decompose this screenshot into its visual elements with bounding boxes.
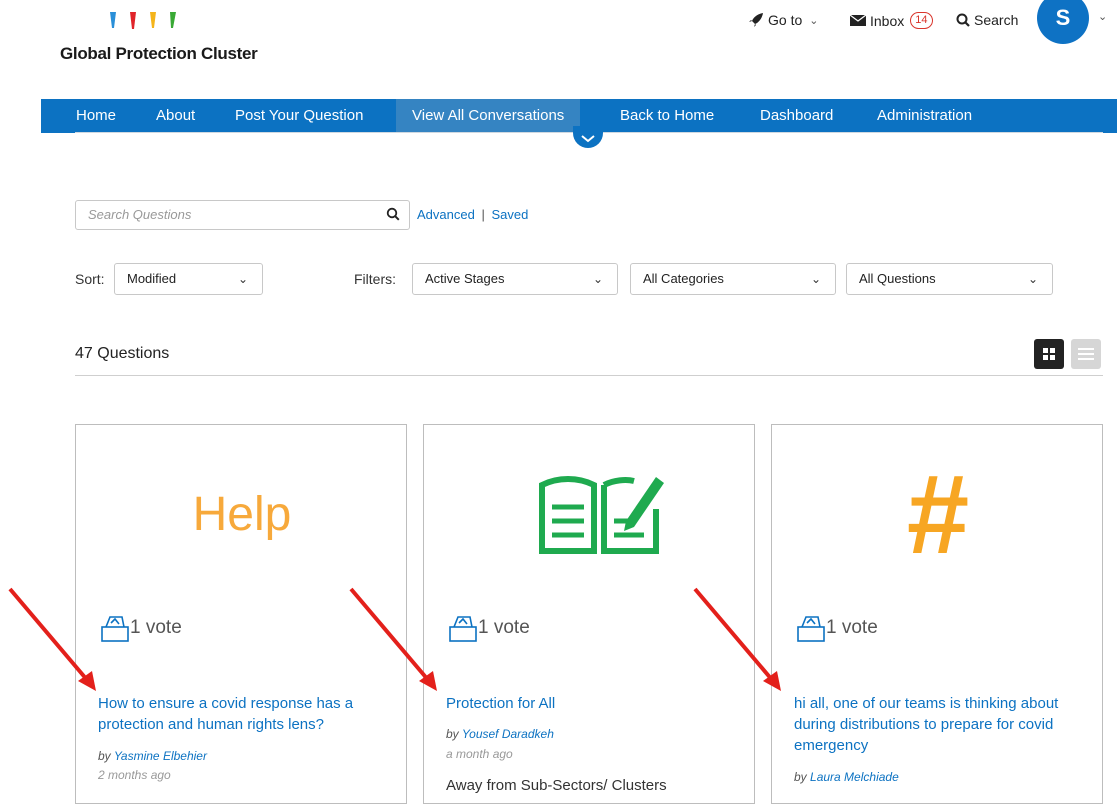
grid-icon: [1043, 348, 1055, 360]
posted-time: a month ago: [446, 747, 513, 761]
chevron-down-icon: ⌄: [237, 272, 248, 286]
category-filter-select[interactable]: All Categories ⌄: [630, 263, 836, 295]
question-count: 47 Questions: [75, 345, 170, 362]
by-prefix: by: [446, 727, 459, 741]
logo-drops-icon: [110, 12, 176, 29]
search-icon[interactable]: [386, 207, 400, 221]
nav-item-home[interactable]: Home: [76, 99, 116, 133]
sort-value: Modified: [127, 271, 177, 286]
vote-count: 1 vote: [826, 617, 878, 638]
question-card[interactable]: # 1 vote hi all, one of our teams is thi…: [771, 424, 1103, 804]
questions-filter-select[interactable]: All Questions ⌄: [846, 263, 1053, 295]
question-title-link[interactable]: hi all, one of our teams is thinking abo…: [794, 693, 1084, 756]
inbox-link[interactable]: Inbox 14: [850, 12, 933, 29]
ballot-box-icon: [797, 616, 825, 642]
annotation-arrow-icon: [693, 587, 781, 691]
chevron-down-icon: ⌄: [810, 272, 821, 286]
author-line: by Laura Melchiade: [794, 770, 899, 784]
user-avatar[interactable]: S: [1037, 0, 1089, 44]
sort-label: Sort:: [75, 271, 105, 287]
inbox-count-badge: 14: [910, 12, 933, 29]
nav-item-dashboard[interactable]: Dashboard: [760, 99, 833, 133]
avatar-chevron-down-icon[interactable]: ⌄: [1098, 10, 1107, 23]
author-link[interactable]: Yasmine Elbehier: [114, 749, 207, 763]
goto-menu[interactable]: Go to ⌄: [748, 12, 818, 28]
vote-display[interactable]: 1 vote: [100, 613, 182, 643]
ballot-box-icon: [449, 616, 477, 642]
sort-select[interactable]: Modified ⌄: [114, 263, 263, 295]
inbox-label: Inbox: [870, 12, 905, 29]
by-prefix: by: [794, 770, 807, 784]
search-icon: [956, 13, 970, 27]
category-filter-value: All Categories: [643, 271, 724, 286]
rocket-icon: [749, 13, 763, 27]
open-book-with-pencil-icon: [539, 476, 664, 554]
nav-expand-button[interactable]: [573, 126, 603, 148]
ballot-box-icon: [101, 616, 129, 642]
annotation-arrow-icon: [349, 587, 437, 691]
annotation-arrow-icon: [8, 587, 96, 691]
question-title-link[interactable]: Protection for All: [446, 693, 746, 714]
header-search-link[interactable]: Search: [956, 12, 1018, 28]
question-title-link[interactable]: How to ensure a covid response has a pro…: [98, 693, 398, 735]
questions-filter-value: All Questions: [859, 271, 936, 286]
vote-display[interactable]: 1 vote: [448, 613, 530, 643]
search-questions-input[interactable]: Search Questions: [75, 200, 410, 230]
question-snippet: Away from Sub-Sectors/ Clusters: [446, 777, 667, 794]
card-image-hashtag: #: [906, 452, 970, 577]
author-link[interactable]: Yousef Daradkeh: [462, 727, 554, 741]
stage-filter-value: Active Stages: [425, 271, 505, 286]
nav-item-administration[interactable]: Administration: [877, 99, 972, 133]
saved-searches-link[interactable]: Saved: [491, 207, 528, 222]
list-view-button[interactable]: [1071, 339, 1101, 369]
site-logo-text[interactable]: Global Protection Cluster: [60, 44, 258, 64]
chevron-down-icon: [581, 135, 595, 143]
vote-count: 1 vote: [478, 617, 530, 638]
chevron-down-icon: ⌄: [809, 14, 819, 27]
filters-label: Filters:: [354, 271, 396, 287]
chevron-down-icon: ⌄: [592, 272, 603, 286]
search-label: Search: [974, 12, 1019, 28]
author-link[interactable]: Laura Melchiade: [810, 770, 899, 784]
posted-time: 2 months ago: [98, 768, 171, 782]
envelope-icon: [850, 15, 866, 26]
nav-item-post-your-question[interactable]: Post Your Question: [235, 99, 363, 133]
count-divider: [75, 375, 1103, 376]
card-image-help: Help: [192, 488, 292, 541]
author-line: by Yasmine Elbehier: [98, 749, 207, 763]
by-prefix: by: [98, 749, 111, 763]
link-separator: |: [481, 207, 485, 222]
nav-item-about[interactable]: About: [156, 99, 195, 133]
goto-label: Go to: [768, 12, 803, 28]
author-line: by Yousef Daradkeh: [446, 727, 554, 741]
list-icon: [1078, 348, 1094, 360]
nav-item-back-to-home[interactable]: Back to Home: [620, 99, 714, 133]
grid-view-button[interactable]: [1034, 339, 1064, 369]
nav-item-view-all-conversations[interactable]: View All Conversations: [396, 99, 581, 133]
chevron-down-icon: ⌄: [1027, 272, 1038, 286]
advanced-search-link[interactable]: Advanced: [417, 207, 475, 222]
stage-filter-select[interactable]: Active Stages ⌄: [412, 263, 618, 295]
vote-display[interactable]: 1 vote: [796, 613, 878, 643]
vote-count: 1 vote: [130, 617, 182, 638]
